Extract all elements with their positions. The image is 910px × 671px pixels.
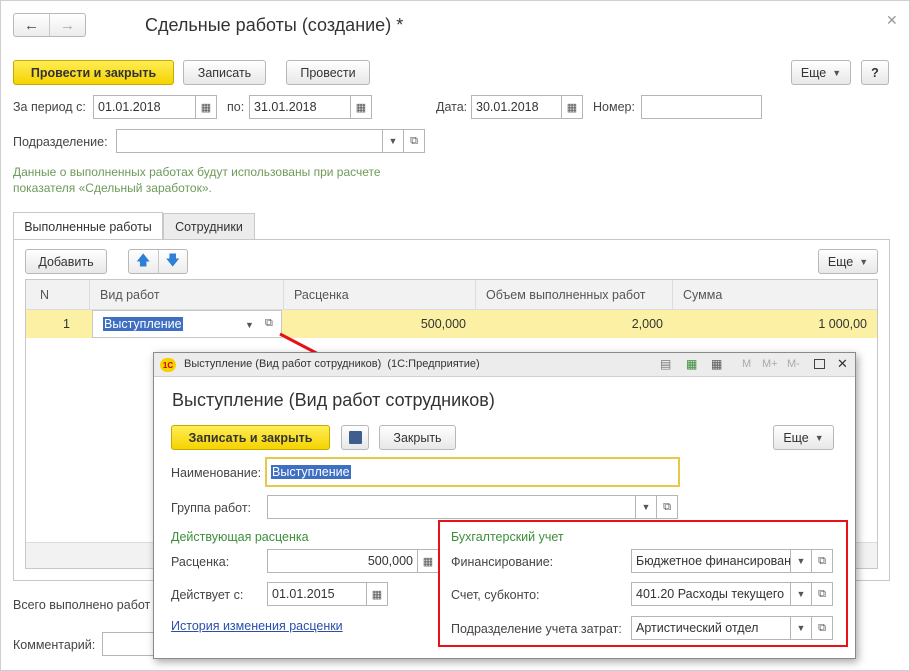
dropdown-arrow-icon[interactable]: ▼: [790, 549, 812, 573]
name-field[interactable]: Выступление: [265, 457, 680, 487]
open-link-icon[interactable]: ⧉: [656, 495, 678, 519]
calendar-icon[interactable]: ▦: [366, 582, 388, 606]
popup-more-button[interactable]: Еще ▼: [773, 425, 834, 450]
valid-from-field[interactable]: 01.01.2015: [267, 582, 367, 606]
maximize-icon[interactable]: [814, 359, 825, 369]
calendar-icon[interactable]: ▦: [711, 357, 722, 371]
popup-window-title: Выступление (Вид работ сотрудников) (1С:…: [184, 358, 480, 370]
name-label: Наименование:: [171, 466, 262, 480]
rate-history-link[interactable]: История изменения расценки: [171, 619, 343, 633]
rate-field[interactable]: 500,000: [267, 549, 418, 573]
financing-value: Бюджетное финансировани: [636, 554, 791, 568]
account-value: 401.20 Расходы текущего: [636, 587, 785, 601]
memory-minus-icon[interactable]: M-: [787, 358, 800, 370]
open-link-icon[interactable]: ⧉: [811, 582, 833, 606]
open-link-icon[interactable]: ⧉: [811, 549, 833, 573]
dropdown-arrow-icon[interactable]: ▼: [790, 616, 812, 640]
save-disk-button[interactable]: [341, 425, 369, 450]
financing-label: Финансирование:: [451, 555, 554, 569]
cost-department-label: Подразделение учета затрат:: [451, 622, 622, 636]
close-button[interactable]: Закрыть: [379, 425, 456, 450]
cost-department-value: Артистический отдел: [636, 621, 759, 635]
account-label: Счет, субконто:: [451, 588, 540, 602]
popup-window: 1C Выступление (Вид работ сотрудников) (…: [153, 352, 856, 659]
account-field[interactable]: 401.20 Расходы текущего: [631, 582, 791, 606]
popup-heading: Выступление (Вид работ сотрудников): [172, 390, 495, 410]
popup-titlebar: 1C Выступление (Вид работ сотрудников) (…: [154, 353, 855, 377]
dropdown-arrow-icon[interactable]: ▼: [790, 582, 812, 606]
app-logo-icon: 1C: [160, 358, 176, 372]
accounting-section-title: Бухгалтерский учет: [451, 530, 564, 544]
calculator-icon[interactable]: ▦: [417, 549, 439, 573]
cost-department-field[interactable]: Артистический отдел: [631, 616, 791, 640]
floppy-disk-icon: [348, 431, 362, 444]
work-group-field[interactable]: [267, 495, 657, 519]
close-icon[interactable]: ✕: [837, 356, 848, 372]
valid-from-label: Действует с:: [171, 588, 244, 602]
rate-label: Расценка:: [171, 555, 230, 569]
save-and-close-button[interactable]: Записать и закрыть: [171, 425, 330, 450]
dropdown-arrow-icon: ▼: [814, 432, 824, 443]
name-value: Выступление: [271, 465, 351, 479]
calculator-icon[interactable]: ▦: [686, 357, 697, 371]
financing-field[interactable]: Бюджетное финансировани: [631, 549, 791, 573]
memory-m-icon[interactable]: M: [742, 358, 751, 370]
dropdown-arrow-icon[interactable]: ▼: [635, 495, 657, 519]
print-icon[interactable]: ▤: [660, 357, 671, 371]
work-group-label: Группа работ:: [171, 501, 252, 515]
open-link-icon[interactable]: ⧉: [811, 616, 833, 640]
memory-plus-icon[interactable]: M+: [762, 358, 778, 370]
more-label: Еще: [783, 430, 809, 445]
rate-section-title: Действующая расценка: [171, 530, 309, 544]
